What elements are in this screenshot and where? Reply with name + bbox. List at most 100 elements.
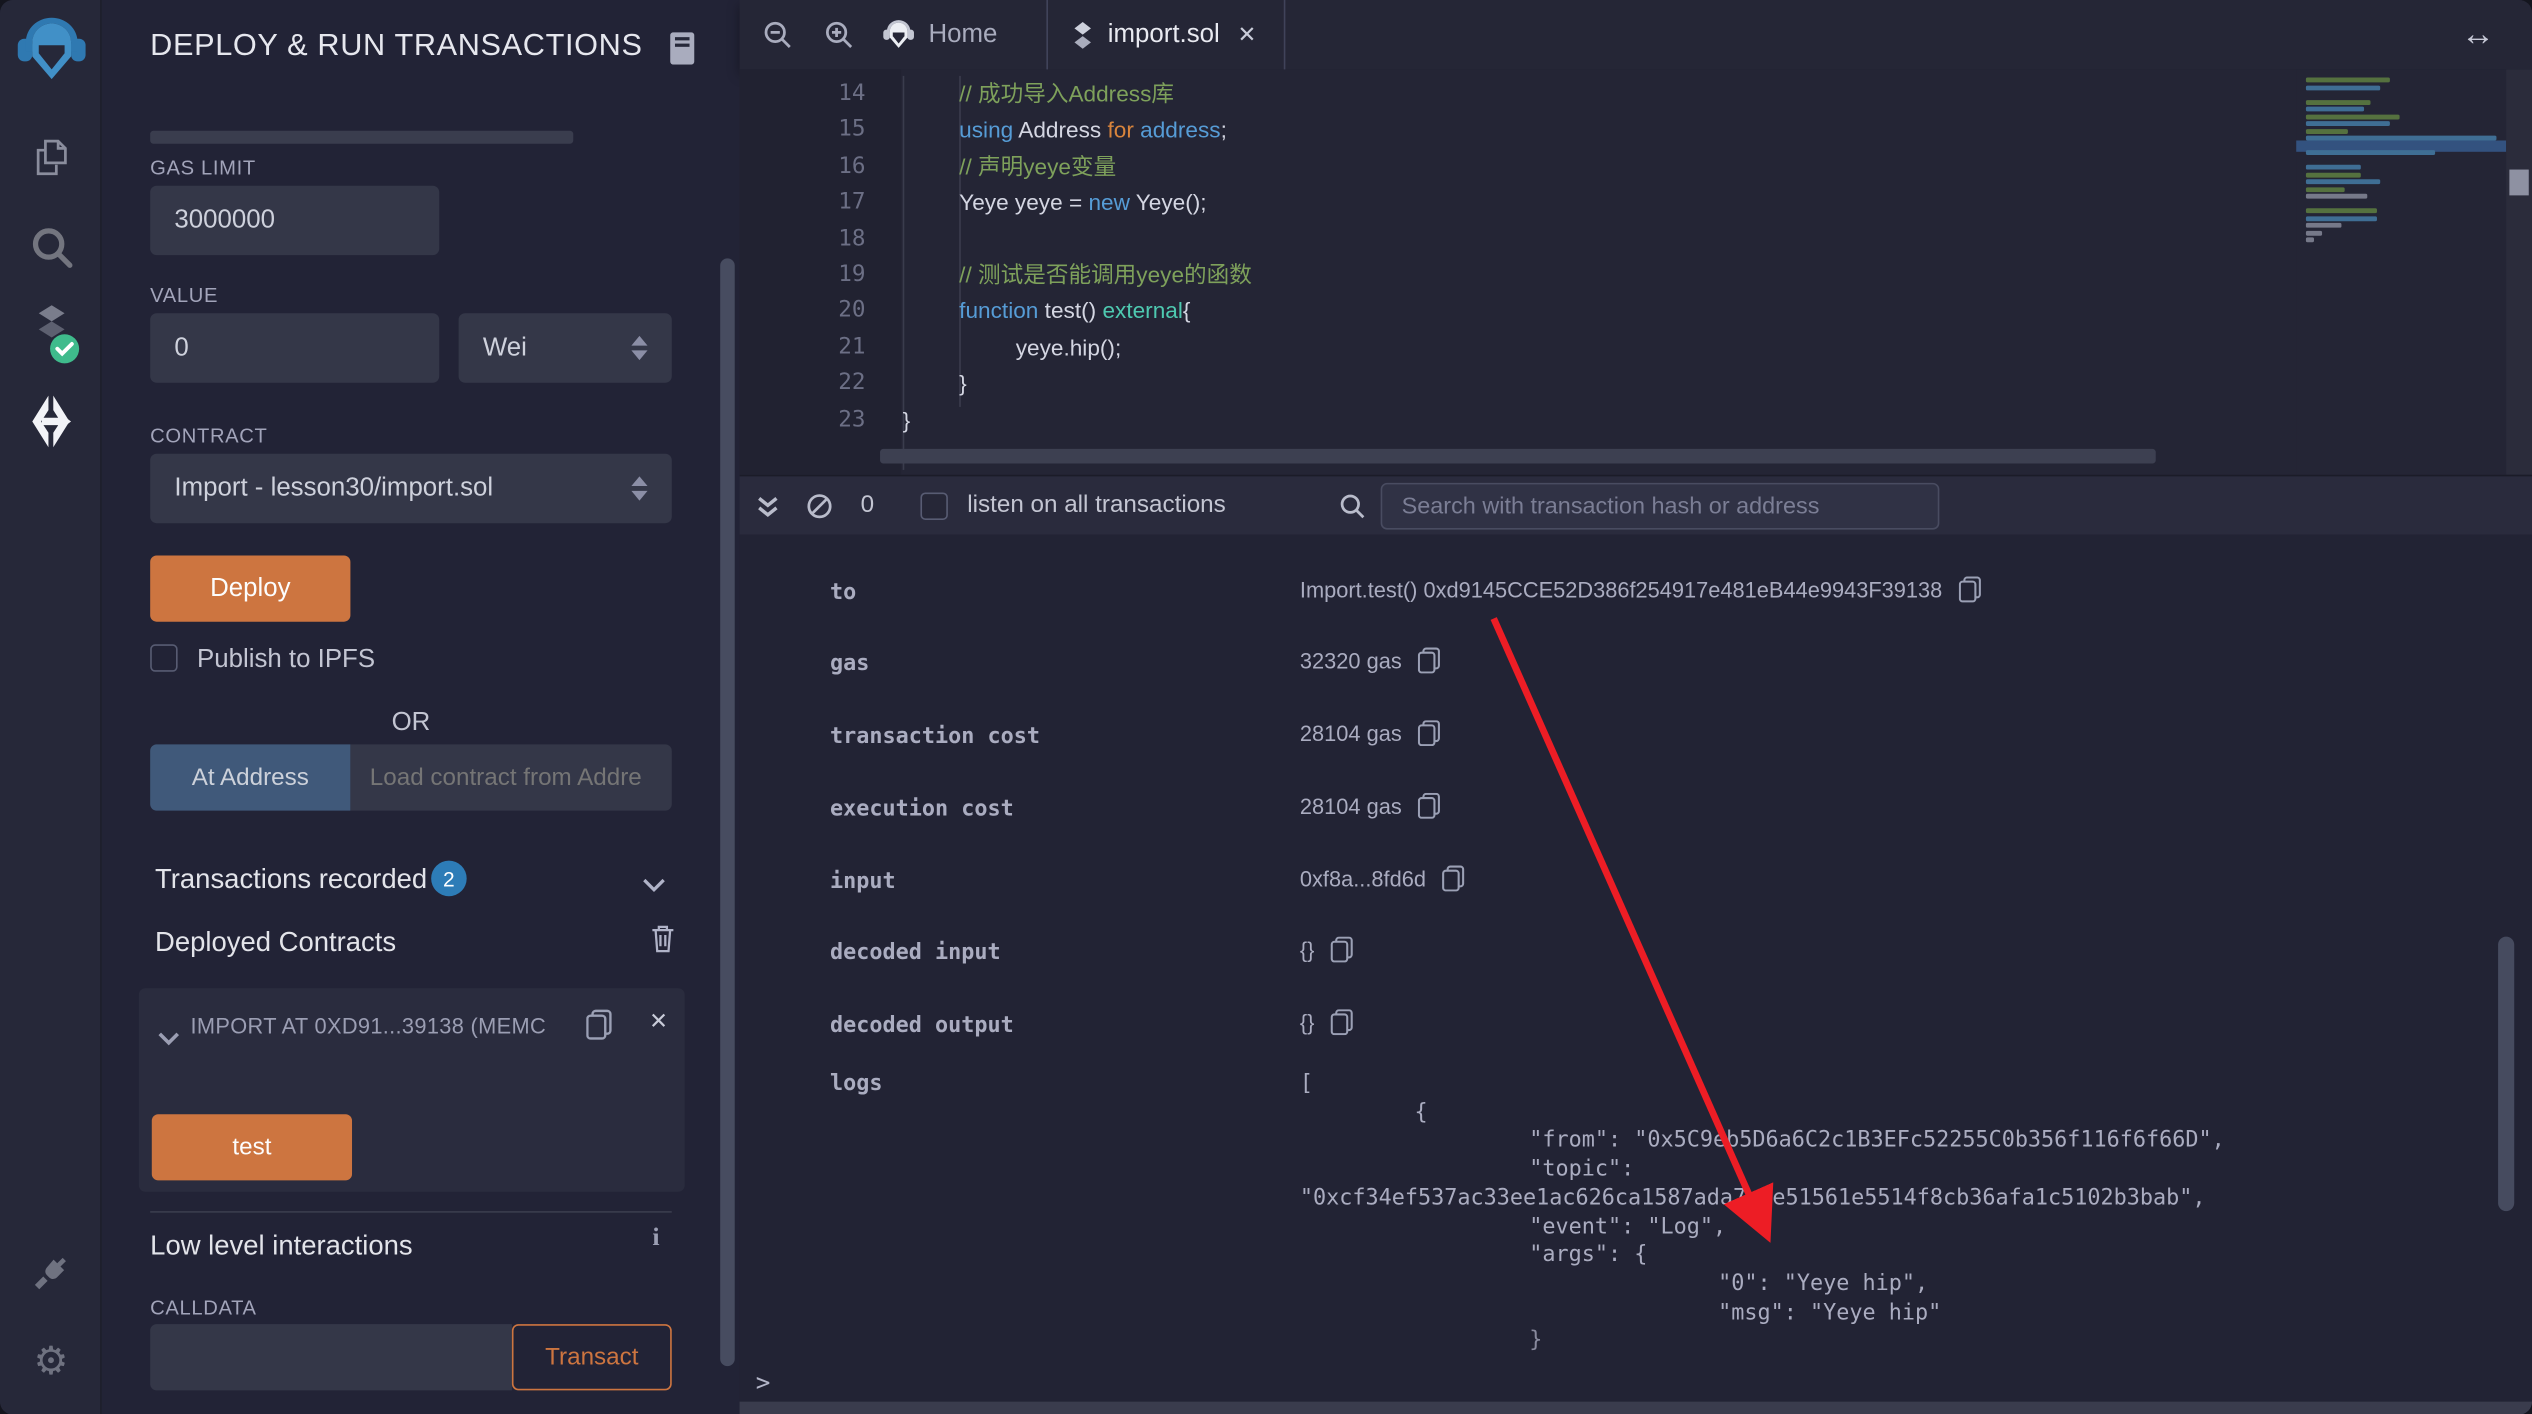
copy-icon[interactable] <box>1417 647 1441 674</box>
minimap-line <box>2305 99 2371 105</box>
collapse-terminal-icon[interactable] <box>756 496 780 527</box>
icon-sidebar: ⚙ <box>0 0 102 1414</box>
close-icon[interactable]: ✕ <box>649 1008 668 1035</box>
editor-minimap[interactable] <box>2296 69 2507 475</box>
minimap-line <box>2305 222 2342 228</box>
code-line: Yeye yeye = new Yeye(); <box>959 189 1207 216</box>
listen-all-checkbox[interactable] <box>920 492 948 520</box>
expand-horizontal-icon[interactable]: ↔ <box>2461 16 2495 55</box>
tab-home[interactable]: Home <box>882 0 1043 69</box>
terminal-search-icon <box>1339 493 1366 529</box>
deploy-button[interactable]: Deploy <box>150 555 351 622</box>
line-number: 20 <box>838 297 866 324</box>
deploy-run-icon[interactable] <box>0 384 102 458</box>
publish-ipfs-checkbox[interactable] <box>150 644 178 672</box>
clear-console-icon[interactable] <box>806 493 833 529</box>
transactions-count-badge: 2 <box>431 860 467 897</box>
line-number: 21 <box>838 333 866 360</box>
line-number: 18 <box>838 225 866 252</box>
tab-import-sol[interactable]: import.sol ✕ <box>1046 0 1283 69</box>
minimap-line <box>2305 215 2377 221</box>
terminal-hscrollbar[interactable] <box>739 1401 2532 1414</box>
log-line: "topic": <box>1529 1156 1635 1183</box>
zoom-out-icon[interactable] <box>762 19 793 58</box>
transact-button[interactable]: Transact <box>511 1324 672 1391</box>
minimap-line <box>2305 164 2361 170</box>
log-line: "0xcf34ef537ac33ee1ac626ca1587ada7e8e515… <box>1299 1184 2206 1211</box>
plugin-manager-icon[interactable] <box>0 1237 102 1308</box>
line-number: 17 <box>838 189 866 216</box>
minimap-line <box>2305 230 2323 235</box>
trash-icon[interactable] <box>651 924 675 961</box>
terminal-row-label: execution cost <box>830 796 1014 822</box>
editor-vscroll-thumb[interactable] <box>2509 169 2529 196</box>
terminal-row-value: {} <box>1300 1009 1354 1036</box>
divider <box>150 1211 672 1213</box>
gas-limit-input[interactable] <box>150 185 440 256</box>
value-label: VALUE <box>150 284 219 307</box>
terminal-prompt[interactable]: > <box>756 1368 771 1397</box>
value-input[interactable] <box>150 313 440 383</box>
tab-import-sol-label: import.sol <box>1107 20 1220 48</box>
copy-icon[interactable] <box>1442 865 1465 892</box>
terminal-search-input[interactable] <box>1380 482 1940 530</box>
deploy-run-panel: DEPLOY & RUN TRANSACTIONS GAS LIMIT VALU… <box>101 0 740 1414</box>
terminal-row-value: 32320 gas <box>1300 647 1441 674</box>
docs-icon[interactable] <box>670 32 695 72</box>
copy-icon[interactable] <box>1417 792 1441 819</box>
contract-select-text: Import - lesson30/import.sol <box>174 473 494 502</box>
copy-icon[interactable] <box>1330 1009 1354 1036</box>
minimap-line <box>2305 106 2365 112</box>
contract-select[interactable]: Import - lesson30/import.sol <box>150 453 672 524</box>
contract-label: CONTRACT <box>150 424 268 448</box>
terminal-row-label: gas <box>830 650 870 677</box>
file-explorer-icon[interactable] <box>0 119 102 193</box>
deployed-contract-title: IMPORT AT 0XD91...39138 (MEMC <box>190 1014 547 1039</box>
or-label: OR <box>391 708 431 737</box>
search-icon[interactable] <box>0 210 102 284</box>
code-line: // 成功导入Address库 <box>959 80 1175 107</box>
minimap-line <box>2305 179 2381 185</box>
at-address-input[interactable] <box>350 744 672 811</box>
calldata-input[interactable] <box>150 1324 512 1391</box>
line-number: 19 <box>838 261 866 288</box>
value-unit-text: Wei <box>482 333 527 361</box>
code-line: yeye.hip(); <box>1015 333 1122 360</box>
minimap-line <box>2305 113 2400 119</box>
terminal-row-value: 0xf8a...8fd6d <box>1300 865 1465 892</box>
minimap-line <box>2305 208 2377 214</box>
line-number: 15 <box>838 116 866 143</box>
chevron-down-icon[interactable] <box>158 1025 180 1054</box>
publish-ipfs-label: Publish to IPFS <box>197 645 376 674</box>
code-editor[interactable]: 14 15 16 17 18 19 20 21 22 23 // 成功导入Address库 usin… <box>739 69 2532 475</box>
terminal-vscroll-thumb[interactable] <box>2498 936 2515 1212</box>
copy-address-icon[interactable] <box>586 1009 612 1048</box>
tab-close-icon[interactable]: ✕ <box>1238 21 1257 48</box>
main-area: Home import.sol ✕ ↔ 14 15 16 17 18 19 20 21 22 23… <box>739 0 2532 1414</box>
gas-limit-label: GAS LIMIT <box>150 156 256 180</box>
test-function-button[interactable]: test <box>151 1114 353 1181</box>
value-unit-select[interactable]: Wei <box>458 313 672 383</box>
minimap-line <box>2305 84 2381 90</box>
chevron-down-icon[interactable] <box>643 872 666 901</box>
code-line: // 测试是否能调用yeye的函数 <box>959 261 1252 288</box>
editor-vscrollbar[interactable] <box>2506 69 2532 475</box>
panel-scrollbar[interactable] <box>720 258 735 1367</box>
settings-gear-icon[interactable]: ⚙ <box>0 1327 102 1398</box>
copy-icon[interactable] <box>1330 936 1354 963</box>
solidity-compiler-icon[interactable] <box>0 294 102 375</box>
deployed-contract-card: IMPORT AT 0XD91...39138 (MEMC ✕ test <box>138 988 685 1192</box>
zoom-in-icon[interactable] <box>824 19 855 58</box>
log-line: [ <box>1299 1070 1314 1097</box>
info-icon[interactable]: i <box>652 1224 659 1253</box>
copy-icon[interactable] <box>1958 576 1981 603</box>
code-line: using Address for address; <box>959 116 1227 143</box>
minimap-line <box>2305 186 2345 192</box>
low-level-interactions-label: Low level interactions <box>150 1230 413 1262</box>
remix-home-icon <box>883 20 914 48</box>
remix-logo-icon[interactable] <box>0 13 102 87</box>
copy-icon[interactable] <box>1417 720 1441 747</box>
logs-label: logs <box>830 1070 883 1097</box>
editor-hscrollbar[interactable] <box>880 448 2156 464</box>
at-address-button[interactable]: At Address <box>150 744 351 811</box>
